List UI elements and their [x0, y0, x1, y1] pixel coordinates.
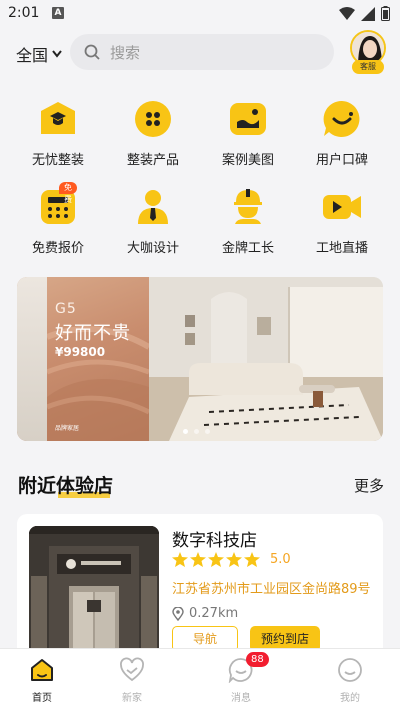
- photo-icon: [229, 100, 267, 138]
- tab-new-home[interactable]: 新家: [82, 657, 182, 704]
- tab-label: 新家: [122, 693, 142, 704]
- tab-home[interactable]: 首页: [0, 657, 92, 704]
- customer-service-badge: 客服: [352, 60, 384, 74]
- star-icon: [244, 552, 260, 567]
- pagination-dot: [183, 429, 188, 434]
- menu-item-worry-free[interactable]: 无忧整装: [8, 100, 108, 168]
- menu-label: 金牌工长: [221, 241, 274, 256]
- store-address: 江苏省苏州市工业园区金尚路89号: [172, 582, 371, 597]
- banner-brand: 品牌家居: [55, 425, 80, 432]
- banner-slogan: 好而不贵: [55, 323, 131, 344]
- banner-pagination: [183, 429, 210, 434]
- distance-value: 0.27km: [189, 606, 239, 621]
- store-photo: [29, 526, 159, 666]
- wifi-icon: [339, 6, 355, 20]
- store-rating: 5.0: [172, 552, 291, 567]
- designer-icon: [134, 188, 172, 226]
- message-badge: 88: [246, 652, 269, 667]
- tab-mine[interactable]: 我的: [300, 657, 400, 704]
- status-bar: 2:01 A: [0, 0, 400, 28]
- menu-label: 无忧整装: [31, 153, 84, 168]
- city-label: 全国: [16, 46, 49, 65]
- tab-messages[interactable]: 88 消息: [191, 652, 291, 704]
- grid-dots-icon: [134, 100, 172, 138]
- pagination-dot: [205, 429, 210, 434]
- top-bar: 全国 搜索 客服: [0, 30, 400, 74]
- status-time: 2:01: [8, 5, 40, 21]
- menu-item-designer[interactable]: 大咖设计: [103, 188, 203, 256]
- customer-service-button[interactable]: 客服: [350, 30, 386, 74]
- banner-room-photo: [149, 277, 383, 441]
- menu-label: 免费报价: [31, 241, 84, 256]
- search-input[interactable]: 搜索: [70, 34, 334, 70]
- store-distance: 0.27km: [172, 606, 238, 621]
- nearby-section-header: 附近体验店 更多: [18, 471, 384, 499]
- profile-face-icon: [337, 657, 363, 683]
- menu-label: 案例美图: [221, 153, 274, 168]
- chevron-down-icon: [52, 50, 62, 58]
- more-link[interactable]: 更多: [354, 475, 384, 496]
- heart-house-icon: [119, 657, 145, 683]
- tab-label: 首页: [32, 693, 52, 704]
- chat-bubble-icon: 88: [228, 652, 269, 684]
- cellular-icon: [361, 6, 375, 21]
- tab-label: 我的: [340, 693, 360, 704]
- status-icons: [339, 6, 390, 21]
- location-pin-icon: [172, 606, 184, 621]
- menu-item-foreman[interactable]: 金牌工长: [198, 188, 298, 256]
- search-placeholder: 搜索: [110, 43, 141, 62]
- notification-icon: A: [52, 7, 64, 19]
- video-camera-icon: [323, 188, 361, 226]
- star-icon: [190, 552, 206, 567]
- menu-label: 大咖设计: [126, 241, 179, 256]
- menu-label: 用户口碑: [315, 153, 368, 168]
- menu-item-free-quote[interactable]: 免费 免费报价: [8, 182, 108, 256]
- free-tag: 免费: [59, 182, 77, 204]
- tab-label: 消息: [231, 693, 251, 704]
- home-icon: [29, 657, 55, 683]
- menu-label: 工地直播: [315, 241, 368, 256]
- bottom-tab-bar: 首页 新家 88 消息 我的: [0, 648, 400, 711]
- banner-strip: [17, 277, 47, 441]
- city-selector[interactable]: 全国: [16, 42, 62, 66]
- rating-value: 5.0: [270, 552, 291, 567]
- store-name: 数字科技店: [172, 531, 257, 551]
- smile-chat-icon: [323, 100, 361, 138]
- banner-price: ¥99800: [55, 345, 106, 359]
- promo-banner[interactable]: G5 好而不贵 ¥99800 品牌家居: [17, 277, 383, 441]
- star-icon: [172, 552, 188, 567]
- menu-item-reviews[interactable]: 用户口碑: [292, 100, 392, 168]
- banner-series: G5: [55, 301, 77, 317]
- helmet-worker-icon: [229, 188, 267, 226]
- menu-item-products[interactable]: 整装产品: [103, 100, 203, 168]
- house-hat-icon: [39, 100, 77, 138]
- search-icon: [84, 44, 100, 60]
- section-title: 附近体验店: [18, 471, 113, 498]
- pagination-dot: [194, 429, 199, 434]
- menu-label: 整装产品: [126, 153, 179, 168]
- menu-item-live[interactable]: 工地直播: [292, 188, 392, 256]
- star-icon: [226, 552, 242, 567]
- star-icon: [208, 552, 224, 567]
- calculator-icon: 免费: [39, 182, 77, 226]
- menu-item-cases[interactable]: 案例美图: [198, 100, 298, 168]
- battery-icon: [381, 6, 390, 21]
